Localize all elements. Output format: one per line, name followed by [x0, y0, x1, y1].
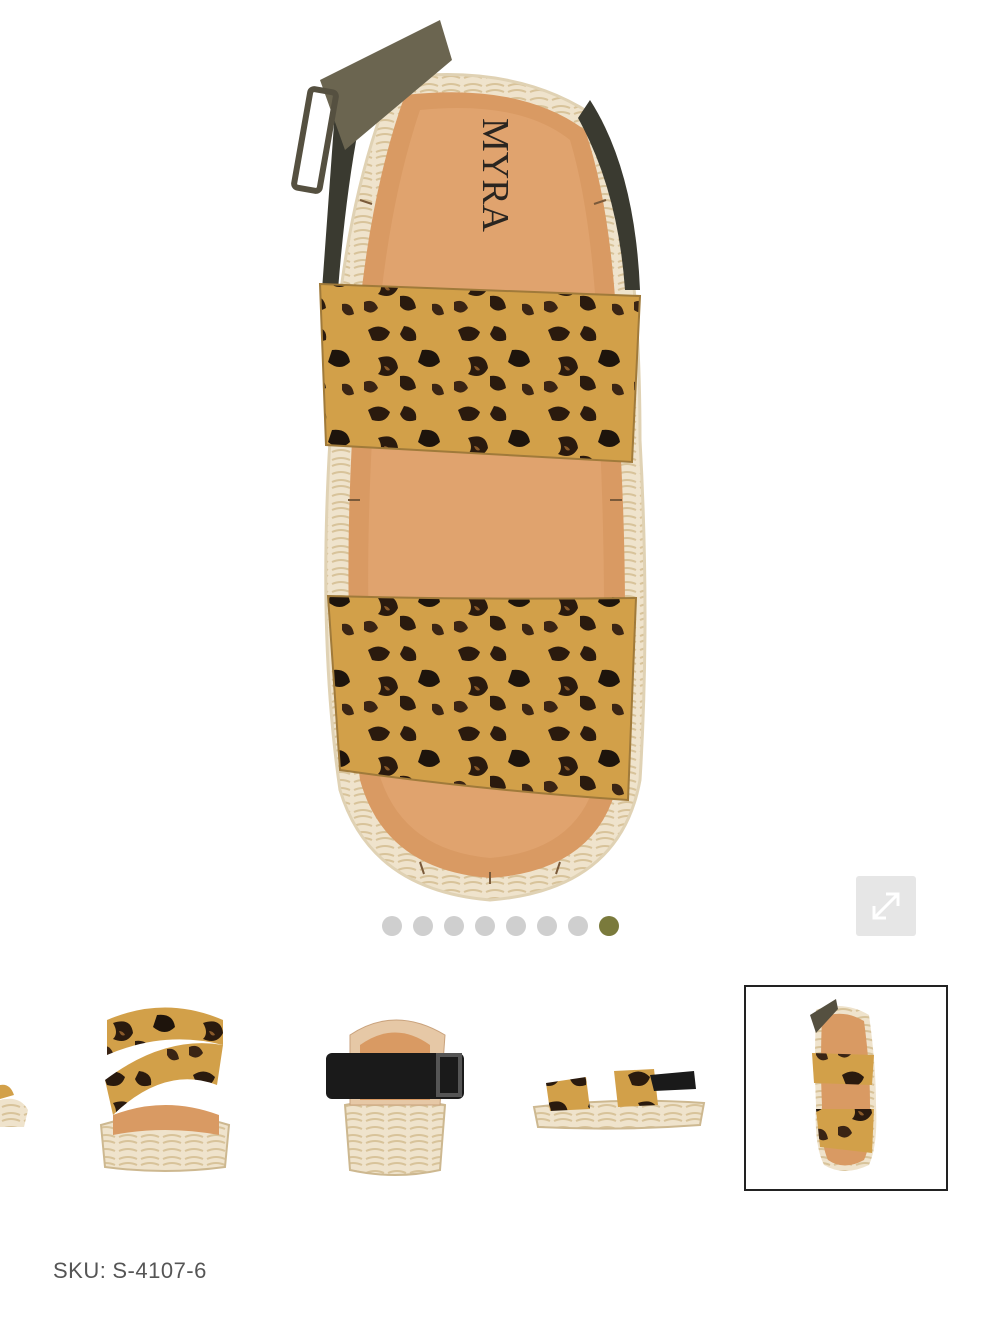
gallery-dot-4[interactable] [474, 916, 495, 936]
thumbnail-front-view[interactable] [95, 985, 235, 1195]
sku-value: S-4107-6 [112, 1258, 207, 1283]
gallery-dot-8[interactable] [598, 916, 619, 936]
thumbnail-top-view[interactable] [744, 985, 948, 1191]
main-product-image[interactable]: MYRA [0, 0, 1000, 960]
thumbnail-partial-left[interactable] [0, 985, 40, 1195]
gallery-dot-7[interactable] [567, 916, 588, 936]
thumbnail-side-view[interactable] [530, 985, 710, 1195]
gallery-dot-2[interactable] [412, 916, 433, 936]
insole-brand-text: MYRA [474, 118, 516, 233]
thumbnail-strip [0, 985, 1000, 1195]
gallery-dot-5[interactable] [505, 916, 526, 936]
sku-label: SKU: [53, 1258, 107, 1283]
gallery-dot-6[interactable] [536, 916, 557, 936]
gallery-dot-1[interactable] [381, 916, 402, 936]
gallery-dot-3[interactable] [443, 916, 464, 936]
gallery-pagination [0, 916, 1000, 936]
sku-text: SKU: S-4107-6 [53, 1258, 213, 1284]
thumbnail-back-view[interactable] [320, 985, 470, 1195]
